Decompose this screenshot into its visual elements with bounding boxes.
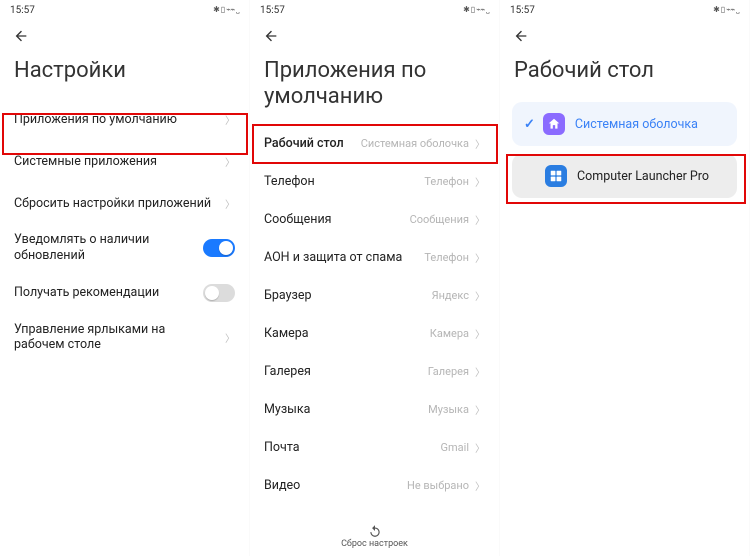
chevron-right-icon: 〉 bbox=[225, 112, 235, 127]
row-gallery[interactable]: Галерея Галерея 〉 bbox=[250, 353, 499, 391]
row-label: Почта bbox=[264, 440, 441, 456]
chevron-right-icon: 〉 bbox=[225, 154, 235, 169]
row-label: Камера bbox=[264, 326, 430, 342]
page-title: Приложения по умолчанию bbox=[250, 54, 499, 125]
row-label: Рабочий стол bbox=[264, 136, 361, 152]
arrow-left-icon bbox=[13, 28, 29, 44]
row-label: Музыка bbox=[264, 402, 428, 418]
row-value: Камера bbox=[430, 327, 469, 340]
row-label: Приложения по умолчанию bbox=[14, 112, 223, 128]
row-value: Системная оболочка bbox=[361, 137, 469, 150]
row-label: Браузер bbox=[264, 288, 432, 304]
row-value: Галерея bbox=[428, 365, 469, 378]
chevron-right-icon: 〉 bbox=[475, 212, 485, 227]
row-voice-assistant[interactable]: Голосовой помощник 〉 bbox=[250, 505, 499, 516]
chevron-right-icon: 〉 bbox=[475, 364, 485, 379]
row-label: Галерея bbox=[264, 364, 428, 380]
reset-button[interactable]: Сброс настроек bbox=[250, 516, 499, 556]
launcher-option-system[interactable]: ✓ Системная оболочка bbox=[512, 102, 737, 146]
chevron-right-icon: 〉 bbox=[225, 330, 235, 345]
row-recommendations[interactable]: Получать рекомендации bbox=[0, 272, 249, 314]
home-icon bbox=[543, 113, 565, 135]
arrow-left-icon bbox=[513, 28, 529, 44]
toggle-recommendations[interactable] bbox=[203, 284, 235, 302]
default-apps-list: Рабочий стол Системная оболочка 〉 Телефо… bbox=[250, 125, 499, 516]
row-label: Системные приложения bbox=[14, 154, 223, 170]
status-time: 15:57 bbox=[260, 5, 285, 16]
row-value: Сообщения bbox=[410, 213, 469, 226]
chevron-right-icon: 〉 bbox=[475, 288, 485, 303]
status-bar: 15:57 ✱ ▯ ⌁⌁ ⎵ bbox=[0, 0, 249, 18]
status-icons: ✱ ▯ ⌁⌁ ⎵ bbox=[463, 5, 489, 15]
row-home-screen[interactable]: Рабочий стол Системная оболочка 〉 bbox=[250, 125, 499, 163]
row-label: Сбросить настройки приложений bbox=[14, 196, 223, 212]
status-bar: 15:57 ✱ ▯ ⌁⌁ ⎵ bbox=[250, 0, 499, 18]
row-phone[interactable]: Телефон Телефон 〉 bbox=[250, 163, 499, 201]
launcher-option-computer[interactable]: Computer Launcher Pro bbox=[512, 154, 737, 198]
row-messaging[interactable]: Сообщения Сообщения 〉 bbox=[250, 201, 499, 239]
row-browser[interactable]: Браузер Яндекс 〉 bbox=[250, 277, 499, 315]
settings-list: Приложения по умолчанию 〉 Системные прил… bbox=[0, 98, 249, 556]
arrow-left-icon bbox=[263, 28, 279, 44]
default-apps-panel: 15:57 ✱ ▯ ⌁⌁ ⎵ Приложения по умолчанию Р… bbox=[250, 0, 500, 556]
reset-label: Сброс настроек bbox=[341, 539, 408, 549]
row-caller-id[interactable]: АОН и защита от спама Телефон 〉 bbox=[250, 239, 499, 277]
row-email[interactable]: Почта Gmail 〉 bbox=[250, 429, 499, 467]
chevron-right-icon: 〉 bbox=[475, 440, 485, 455]
chevron-right-icon: 〉 bbox=[475, 174, 485, 189]
row-camera[interactable]: Камера Камера 〉 bbox=[250, 315, 499, 353]
row-label: Уведомлять о наличии обновлений bbox=[14, 232, 203, 263]
grid-icon bbox=[545, 165, 567, 187]
row-desktop-shortcuts[interactable]: Управление ярлыками на рабочем столе 〉 bbox=[0, 314, 249, 361]
back-button[interactable] bbox=[512, 27, 530, 45]
chevron-right-icon: 〉 bbox=[475, 478, 485, 493]
row-video[interactable]: Видео Не выбрано 〉 bbox=[250, 467, 499, 505]
settings-panel: 15:57 ✱ ▯ ⌁⌁ ⎵ Настройки Приложения по у… bbox=[0, 0, 250, 556]
row-label: АОН и защита от спама bbox=[264, 250, 424, 266]
chevron-right-icon: 〉 bbox=[475, 402, 485, 417]
chevron-right-icon: 〉 bbox=[225, 196, 235, 211]
page-title: Настройки bbox=[0, 54, 249, 98]
check-icon: ✓ bbox=[524, 117, 535, 132]
status-icons: ✱ ▯ ⌁⌁ ⎵ bbox=[213, 5, 239, 15]
row-update-notifications[interactable]: Уведомлять о наличии обновлений bbox=[0, 224, 249, 271]
status-bar: 15:57 ✱ ▯ ⌁⌁ ⎵ bbox=[500, 0, 749, 18]
row-label: Получать рекомендации bbox=[14, 285, 203, 301]
row-value: Яндекс bbox=[432, 289, 469, 302]
back-button[interactable] bbox=[262, 27, 280, 45]
launcher-label: Computer Launcher Pro bbox=[577, 169, 709, 184]
status-time: 15:57 bbox=[10, 5, 35, 16]
home-screen-panel: 15:57 ✱ ▯ ⌁⌁ ⎵ Рабочий стол ✓ Системная … bbox=[500, 0, 750, 556]
status-time: 15:57 bbox=[510, 5, 535, 16]
row-default-apps[interactable]: Приложения по умолчанию 〉 bbox=[0, 98, 249, 140]
row-value: Не выбрано bbox=[407, 479, 469, 492]
back-button[interactable] bbox=[12, 27, 30, 45]
row-system-apps[interactable]: Системные приложения 〉 bbox=[0, 140, 249, 182]
row-reset-app-settings[interactable]: Сбросить настройки приложений 〉 bbox=[0, 182, 249, 224]
chevron-right-icon: 〉 bbox=[475, 136, 485, 151]
chevron-right-icon: 〉 bbox=[475, 326, 485, 341]
launcher-label: Системная оболочка bbox=[575, 117, 698, 132]
row-value: Телефон bbox=[424, 175, 469, 188]
chevron-right-icon: 〉 bbox=[475, 250, 485, 265]
toggle-updates[interactable] bbox=[203, 239, 235, 257]
row-value: Музыка bbox=[428, 403, 469, 416]
row-label: Телефон bbox=[264, 174, 424, 190]
status-icons: ✱ ▯ ⌁⌁ ⎵ bbox=[713, 5, 739, 15]
row-label: Сообщения bbox=[264, 212, 410, 228]
row-value: Gmail bbox=[441, 441, 469, 454]
row-label: Управление ярлыками на рабочем столе bbox=[14, 322, 223, 353]
row-label: Видео bbox=[264, 478, 407, 494]
reset-icon bbox=[367, 524, 383, 538]
row-value: Телефон bbox=[424, 251, 469, 264]
row-music[interactable]: Музыка Музыка 〉 bbox=[250, 391, 499, 429]
page-title: Рабочий стол bbox=[500, 54, 749, 98]
